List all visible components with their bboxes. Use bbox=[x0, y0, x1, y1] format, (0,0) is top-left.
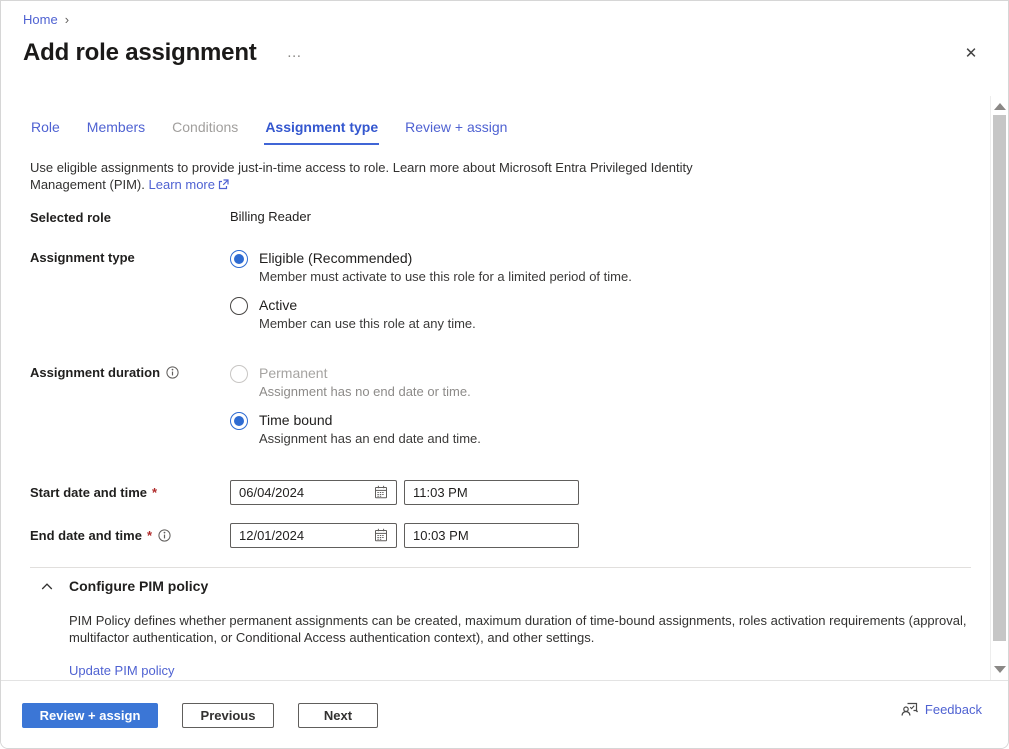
next-button[interactable]: Next bbox=[298, 703, 378, 728]
intro-text: Use eligible assignments to provide just… bbox=[30, 159, 710, 193]
breadcrumb-home-link[interactable]: Home bbox=[23, 12, 58, 27]
assignment-duration-label-text: Assignment duration bbox=[30, 364, 160, 381]
selected-role-label: Selected role bbox=[30, 209, 230, 226]
radio-eligible-description: Member must activate to use this role fo… bbox=[259, 269, 632, 285]
feedback-button[interactable]: Feedback bbox=[900, 700, 982, 718]
breadcrumb-separator-icon: › bbox=[65, 12, 69, 27]
required-asterisk: * bbox=[147, 527, 152, 544]
page-title: Add role assignment bbox=[23, 39, 257, 67]
learn-more-link[interactable]: Learn more bbox=[149, 177, 229, 192]
radio-permanent-description: Assignment has no end date or time. bbox=[259, 384, 471, 400]
feedback-label: Feedback bbox=[925, 702, 982, 717]
assignment-type-row: Assignment type Eligible (Recommended) M… bbox=[30, 249, 942, 343]
assignment-type-radio-group: Eligible (Recommended) Member must activ… bbox=[230, 249, 632, 343]
end-datetime-label-text: End date and time bbox=[30, 527, 142, 544]
start-datetime-label: Start date and time * bbox=[30, 484, 230, 501]
end-time-field[interactable] bbox=[404, 523, 579, 548]
tab-conditions: Conditions bbox=[171, 119, 239, 145]
blade-content: Role Members Conditions Assignment type … bbox=[1, 96, 1008, 680]
learn-more-label: Learn more bbox=[149, 177, 215, 192]
radio-active-label: Active bbox=[259, 296, 476, 314]
calendar-icon[interactable] bbox=[374, 528, 388, 542]
feedback-icon bbox=[900, 700, 919, 718]
scroll-up-icon[interactable] bbox=[994, 102, 1006, 110]
required-asterisk: * bbox=[152, 484, 157, 501]
start-datetime-row: Start date and time * bbox=[30, 479, 942, 505]
pim-policy-section: Configure PIM policy PIM Policy defines … bbox=[30, 567, 942, 680]
scrollbar-thumb[interactable] bbox=[993, 115, 1006, 641]
pim-policy-heading: Configure PIM policy bbox=[69, 578, 208, 594]
info-icon[interactable] bbox=[166, 366, 179, 379]
end-datetime-row: End date and time * bbox=[30, 522, 942, 548]
radio-unselected-icon bbox=[230, 297, 248, 315]
tab-assignment-type[interactable]: Assignment type bbox=[264, 119, 379, 145]
pim-policy-header[interactable]: Configure PIM policy bbox=[30, 578, 942, 594]
intro-description: Use eligible assignments to provide just… bbox=[30, 160, 693, 192]
start-time-input[interactable] bbox=[413, 485, 570, 500]
wizard-tabs: Role Members Conditions Assignment type … bbox=[30, 119, 942, 145]
vertical-scrollbar[interactable] bbox=[990, 96, 1008, 680]
radio-selected-icon bbox=[230, 250, 248, 268]
previous-button[interactable]: Previous bbox=[182, 703, 274, 728]
end-datetime-label: End date and time * bbox=[30, 527, 230, 544]
scroll-down-icon[interactable] bbox=[994, 666, 1006, 674]
tab-members[interactable]: Members bbox=[86, 119, 146, 145]
chevron-up-icon bbox=[41, 582, 53, 591]
tab-role[interactable]: Role bbox=[30, 119, 61, 145]
end-date-input[interactable] bbox=[239, 528, 357, 543]
end-date-field[interactable] bbox=[230, 523, 397, 548]
radio-permanent: Permanent Assignment has no end date or … bbox=[230, 364, 481, 400]
radio-active-description: Member can use this role at any time. bbox=[259, 316, 476, 332]
blade-footer: Review + assign Previous Next Feedback bbox=[1, 680, 1008, 748]
radio-time-bound-description: Assignment has an end date and time. bbox=[259, 431, 481, 447]
radio-eligible[interactable]: Eligible (Recommended) Member must activ… bbox=[230, 249, 632, 285]
blade-header: Home › Add role assignment … ✕ bbox=[1, 1, 1008, 96]
radio-selected-icon bbox=[230, 412, 248, 430]
assignment-type-label: Assignment type bbox=[30, 249, 230, 266]
external-link-icon bbox=[218, 179, 229, 190]
radio-permanent-label: Permanent bbox=[259, 364, 471, 382]
start-date-field[interactable] bbox=[230, 480, 397, 505]
assignment-duration-label: Assignment duration bbox=[30, 364, 230, 381]
review-assign-button[interactable]: Review + assign bbox=[22, 703, 158, 728]
pim-policy-description: PIM Policy defines whether permanent ass… bbox=[69, 612, 971, 646]
breadcrumb: Home › bbox=[23, 12, 69, 27]
more-options-icon[interactable]: … bbox=[285, 44, 305, 62]
tab-review-assign[interactable]: Review + assign bbox=[404, 119, 508, 145]
calendar-icon[interactable] bbox=[374, 485, 388, 499]
assignment-duration-row: Assignment duration Permanent Assignment… bbox=[30, 364, 942, 458]
close-icon[interactable]: ✕ bbox=[961, 44, 981, 64]
update-pim-policy-link[interactable]: Update PIM policy bbox=[69, 663, 175, 678]
selected-role-value: Billing Reader bbox=[230, 209, 311, 224]
radio-active[interactable]: Active Member can use this role at any t… bbox=[230, 296, 632, 332]
start-datetime-label-text: Start date and time bbox=[30, 484, 147, 501]
radio-time-bound-label: Time bound bbox=[259, 411, 481, 429]
start-date-input[interactable] bbox=[239, 485, 357, 500]
add-role-assignment-blade: Home › Add role assignment … ✕ Role Memb… bbox=[0, 0, 1009, 749]
info-icon[interactable] bbox=[158, 529, 171, 542]
end-time-input[interactable] bbox=[413, 528, 570, 543]
assignment-duration-radio-group: Permanent Assignment has no end date or … bbox=[230, 364, 481, 458]
section-divider bbox=[30, 567, 971, 568]
radio-time-bound[interactable]: Time bound Assignment has an end date an… bbox=[230, 411, 481, 447]
start-time-field[interactable] bbox=[404, 480, 579, 505]
radio-disabled-icon bbox=[230, 365, 248, 383]
selected-role-row: Selected role Billing Reader bbox=[30, 209, 942, 226]
radio-eligible-label: Eligible (Recommended) bbox=[259, 249, 632, 267]
